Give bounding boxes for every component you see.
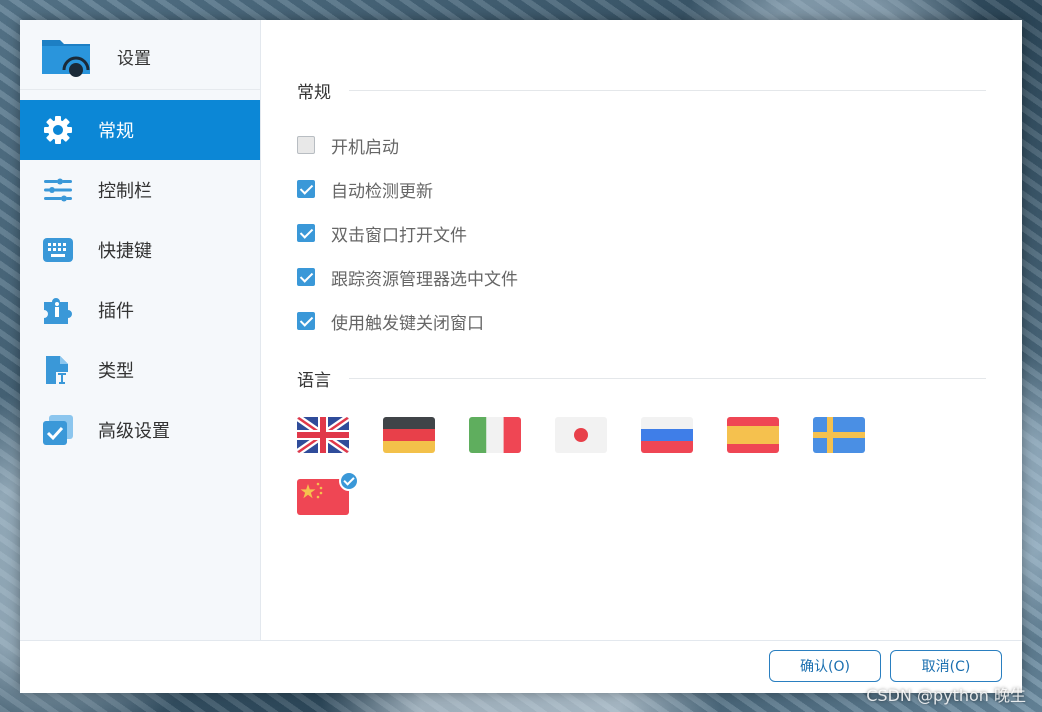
sidebar-item-label: 控制栏: [98, 181, 152, 202]
checkbox[interactable]: [297, 312, 315, 330]
option-double-click-open[interactable]: 双击窗口打开文件: [297, 221, 467, 246]
uk-flag-icon[interactable]: [297, 417, 349, 453]
sidebar-item-advanced[interactable]: 高级设置: [20, 400, 260, 460]
option-auto-update[interactable]: 自动检测更新: [297, 177, 433, 202]
option-label: 跟踪资源管理器选中文件: [331, 269, 518, 290]
gear-icon: [42, 114, 74, 146]
settings-content: 常规 开机启动 自动检测更新 双击窗口打开文件 跟踪资源管理器选中文件 使用触发…: [261, 20, 1022, 640]
russia-flag-icon[interactable]: [641, 417, 693, 453]
sidebar: 设置 常规 控制栏 快捷键 插件 类型 高级设置: [20, 20, 261, 640]
keyboard-icon: [42, 234, 74, 266]
watermark: CSDN @python 晚生: [866, 686, 1026, 705]
germany-flag-icon[interactable]: [383, 417, 435, 453]
option-trigger-key-close[interactable]: 使用触发键关闭窗口: [297, 309, 484, 334]
sliders-icon: [42, 174, 74, 206]
checkbox[interactable]: [297, 268, 315, 286]
language-section-header: 语言: [297, 366, 986, 391]
option-startup[interactable]: 开机启动: [297, 133, 399, 158]
settings-window: 设置 常规 控制栏 快捷键 插件 类型 高级设置 常规 开机启动 自动检测更新 …: [20, 20, 1022, 693]
general-section-header: 常规: [297, 78, 986, 103]
option-label: 使用触发键关闭窗口: [331, 313, 484, 334]
option-label: 自动检测更新: [331, 181, 433, 202]
divider: [349, 89, 986, 91]
checkbox[interactable]: [297, 180, 315, 198]
spain-flag-icon[interactable]: [727, 417, 779, 453]
sidebar-item-label: 快捷键: [98, 241, 152, 262]
sidebar-item-label: 类型: [98, 361, 134, 382]
sidebar-item-general[interactable]: 常规: [20, 100, 260, 160]
general-section-title: 常规: [297, 82, 331, 103]
option-label: 双击窗口打开文件: [331, 225, 467, 246]
app-logo-icon: [40, 34, 94, 78]
sidebar-item-plugins[interactable]: 插件: [20, 280, 260, 340]
sidebar-nav: 常规 控制栏 快捷键 插件 类型 高级设置: [20, 100, 260, 460]
option-track-explorer[interactable]: 跟踪资源管理器选中文件: [297, 265, 518, 290]
puzzle-icon: [42, 294, 74, 326]
selected-check-icon: [339, 471, 359, 491]
checkbox[interactable]: [297, 136, 315, 154]
sidebar-item-shortcuts[interactable]: 快捷键: [20, 220, 260, 280]
window-title: 设置: [117, 49, 151, 69]
sidebar-item-types[interactable]: 类型: [20, 340, 260, 400]
sidebar-header: 设置: [20, 20, 260, 90]
checkbox[interactable]: [297, 224, 315, 242]
italy-flag-icon[interactable]: [469, 417, 521, 453]
sidebar-item-label: 插件: [98, 301, 134, 322]
ok-button[interactable]: 确认(O): [769, 650, 881, 682]
file-type-icon: [42, 354, 74, 386]
sweden-flag-icon[interactable]: [813, 417, 865, 453]
sidebar-item-control-bar[interactable]: 控制栏: [20, 160, 260, 220]
cancel-button[interactable]: 取消(C): [890, 650, 1002, 682]
sidebar-item-label: 高级设置: [98, 421, 170, 442]
advanced-icon: [42, 414, 74, 446]
japan-flag-icon[interactable]: [555, 417, 607, 453]
language-section-title: 语言: [297, 370, 331, 391]
sidebar-item-label: 常规: [98, 121, 134, 142]
divider: [349, 377, 986, 379]
option-label: 开机启动: [331, 137, 399, 158]
